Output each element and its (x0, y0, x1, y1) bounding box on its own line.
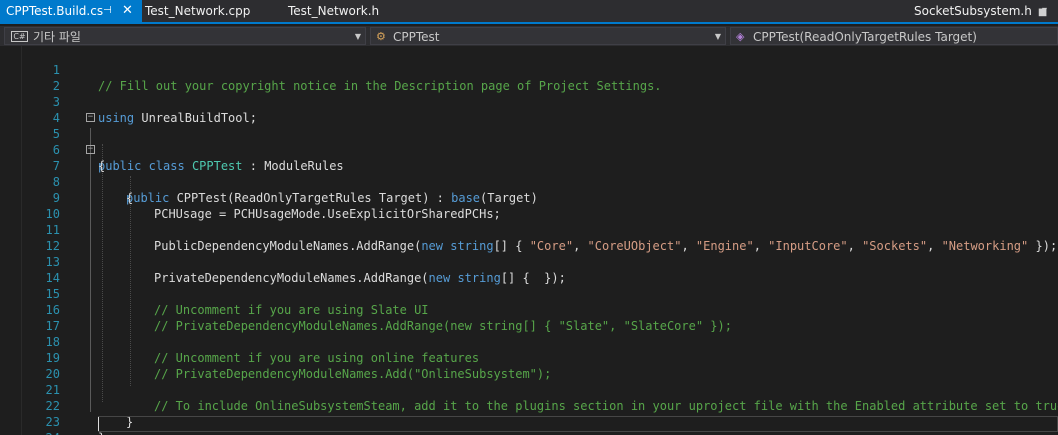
code-line: 9 PCHUsage = PCHUsageMode.UseExplicitOrS… (0, 174, 1058, 221)
text-caret (98, 417, 99, 431)
code-line: 8 { (0, 158, 1058, 205)
code-line: 18 // Uncomment if you are using online … (0, 318, 1058, 365)
document-tab-bar: CPPTest.Build.cs ⊣ ✕ Test_Network.cpp Te… (0, 0, 1058, 24)
current-line-highlight (98, 416, 1058, 432)
tab-test-network-cpp[interactable]: Test_Network.cpp (145, 0, 250, 22)
tab-label: Test_Network.cpp (145, 4, 251, 18)
collapse-icon[interactable]: − (86, 145, 95, 154)
code-line: 14 (0, 254, 1058, 285)
tab-cpptest-build-cs[interactable]: CPPTest.Build.cs ⊣ ✕ (0, 0, 142, 22)
code-line: 7 − public CPPTest(ReadOnlyTargetRules T… (0, 142, 1058, 206)
method-icon: ◈ (736, 30, 745, 43)
code-line: 17 (0, 302, 1058, 333)
project-label: 기타 파일 (33, 30, 81, 44)
tab-socketsubsystem-h[interactable]: SocketSubsystem.h ■ (914, 0, 1047, 22)
tab-label: Test_Network.h (288, 4, 380, 18)
code-line: 22 } (0, 382, 1058, 429)
code-line: 11 PublicDependencyModuleNames.AddRange(… (0, 206, 1058, 253)
code-line: 12 (0, 222, 1058, 253)
chevron-down-icon[interactable]: ▾ (1042, 0, 1047, 22)
code-line: 2 (0, 62, 1058, 93)
chevron-down-icon: ▼ (354, 32, 361, 41)
code-line: 23 } (0, 398, 1058, 435)
tab-label: CPPTest.Build.cs (6, 4, 104, 18)
line-number: 24 (22, 430, 60, 435)
code-line: 15 // Uncomment if you are using Slate U… (0, 270, 1058, 317)
pin-icon[interactable]: ⊣ (103, 0, 112, 22)
type-label: CPPTest (393, 30, 440, 44)
chevron-down-icon: ▼ (714, 32, 721, 41)
code-line: 13 PrivateDependencyModuleNames.AddRange… (0, 238, 1058, 285)
code-line: 20 (0, 350, 1058, 381)
code-editor-window: CPPTest.Build.cs ⊣ ✕ Test_Network.cpp Te… (0, 0, 1058, 435)
code-line: 3 using UnrealBuildTool; (0, 78, 1058, 125)
collapse-icon[interactable]: − (86, 113, 95, 122)
code-line: 16 // PrivateDependencyModuleNames.AddRa… (0, 286, 1058, 333)
code-line: 19 // PrivateDependencyModuleNames.Add("… (0, 334, 1058, 381)
tab-test-network-h[interactable]: Test_Network.h (288, 0, 379, 22)
code-line: 10 (0, 190, 1058, 221)
tab-label: SocketSubsystem.h (914, 4, 1032, 18)
code-line: 6 { (0, 126, 1058, 173)
close-icon[interactable]: ✕ (122, 0, 133, 22)
code-line: 1 // Fill out your copyright notice in t… (0, 46, 1058, 93)
code-editor[interactable]: 1 // Fill out your copyright notice in t… (0, 46, 1058, 435)
project-dropdown[interactable]: C# 기타 파일 ▼ (4, 27, 366, 45)
member-dropdown[interactable]: ◈ CPPTest(ReadOnlyTargetRules Target) (730, 27, 1058, 45)
code-line: 21 // To include OnlineSubsystemSteam, a… (0, 366, 1058, 413)
code-line: 5 − public class CPPTest : ModuleRules (0, 110, 1058, 174)
csharp-file-icon: C# (11, 31, 28, 42)
code-line: 4 (0, 94, 1058, 125)
member-label: CPPTest(ReadOnlyTargetRules Target) (753, 30, 977, 44)
type-dropdown[interactable]: ⚙ CPPTest ▼ (370, 27, 726, 45)
class-icon: ⚙ (376, 30, 386, 43)
navigation-bar: C# 기타 파일 ▼ ⚙ CPPTest ▼ ◈ CPPTest(ReadOnl… (0, 26, 1058, 46)
